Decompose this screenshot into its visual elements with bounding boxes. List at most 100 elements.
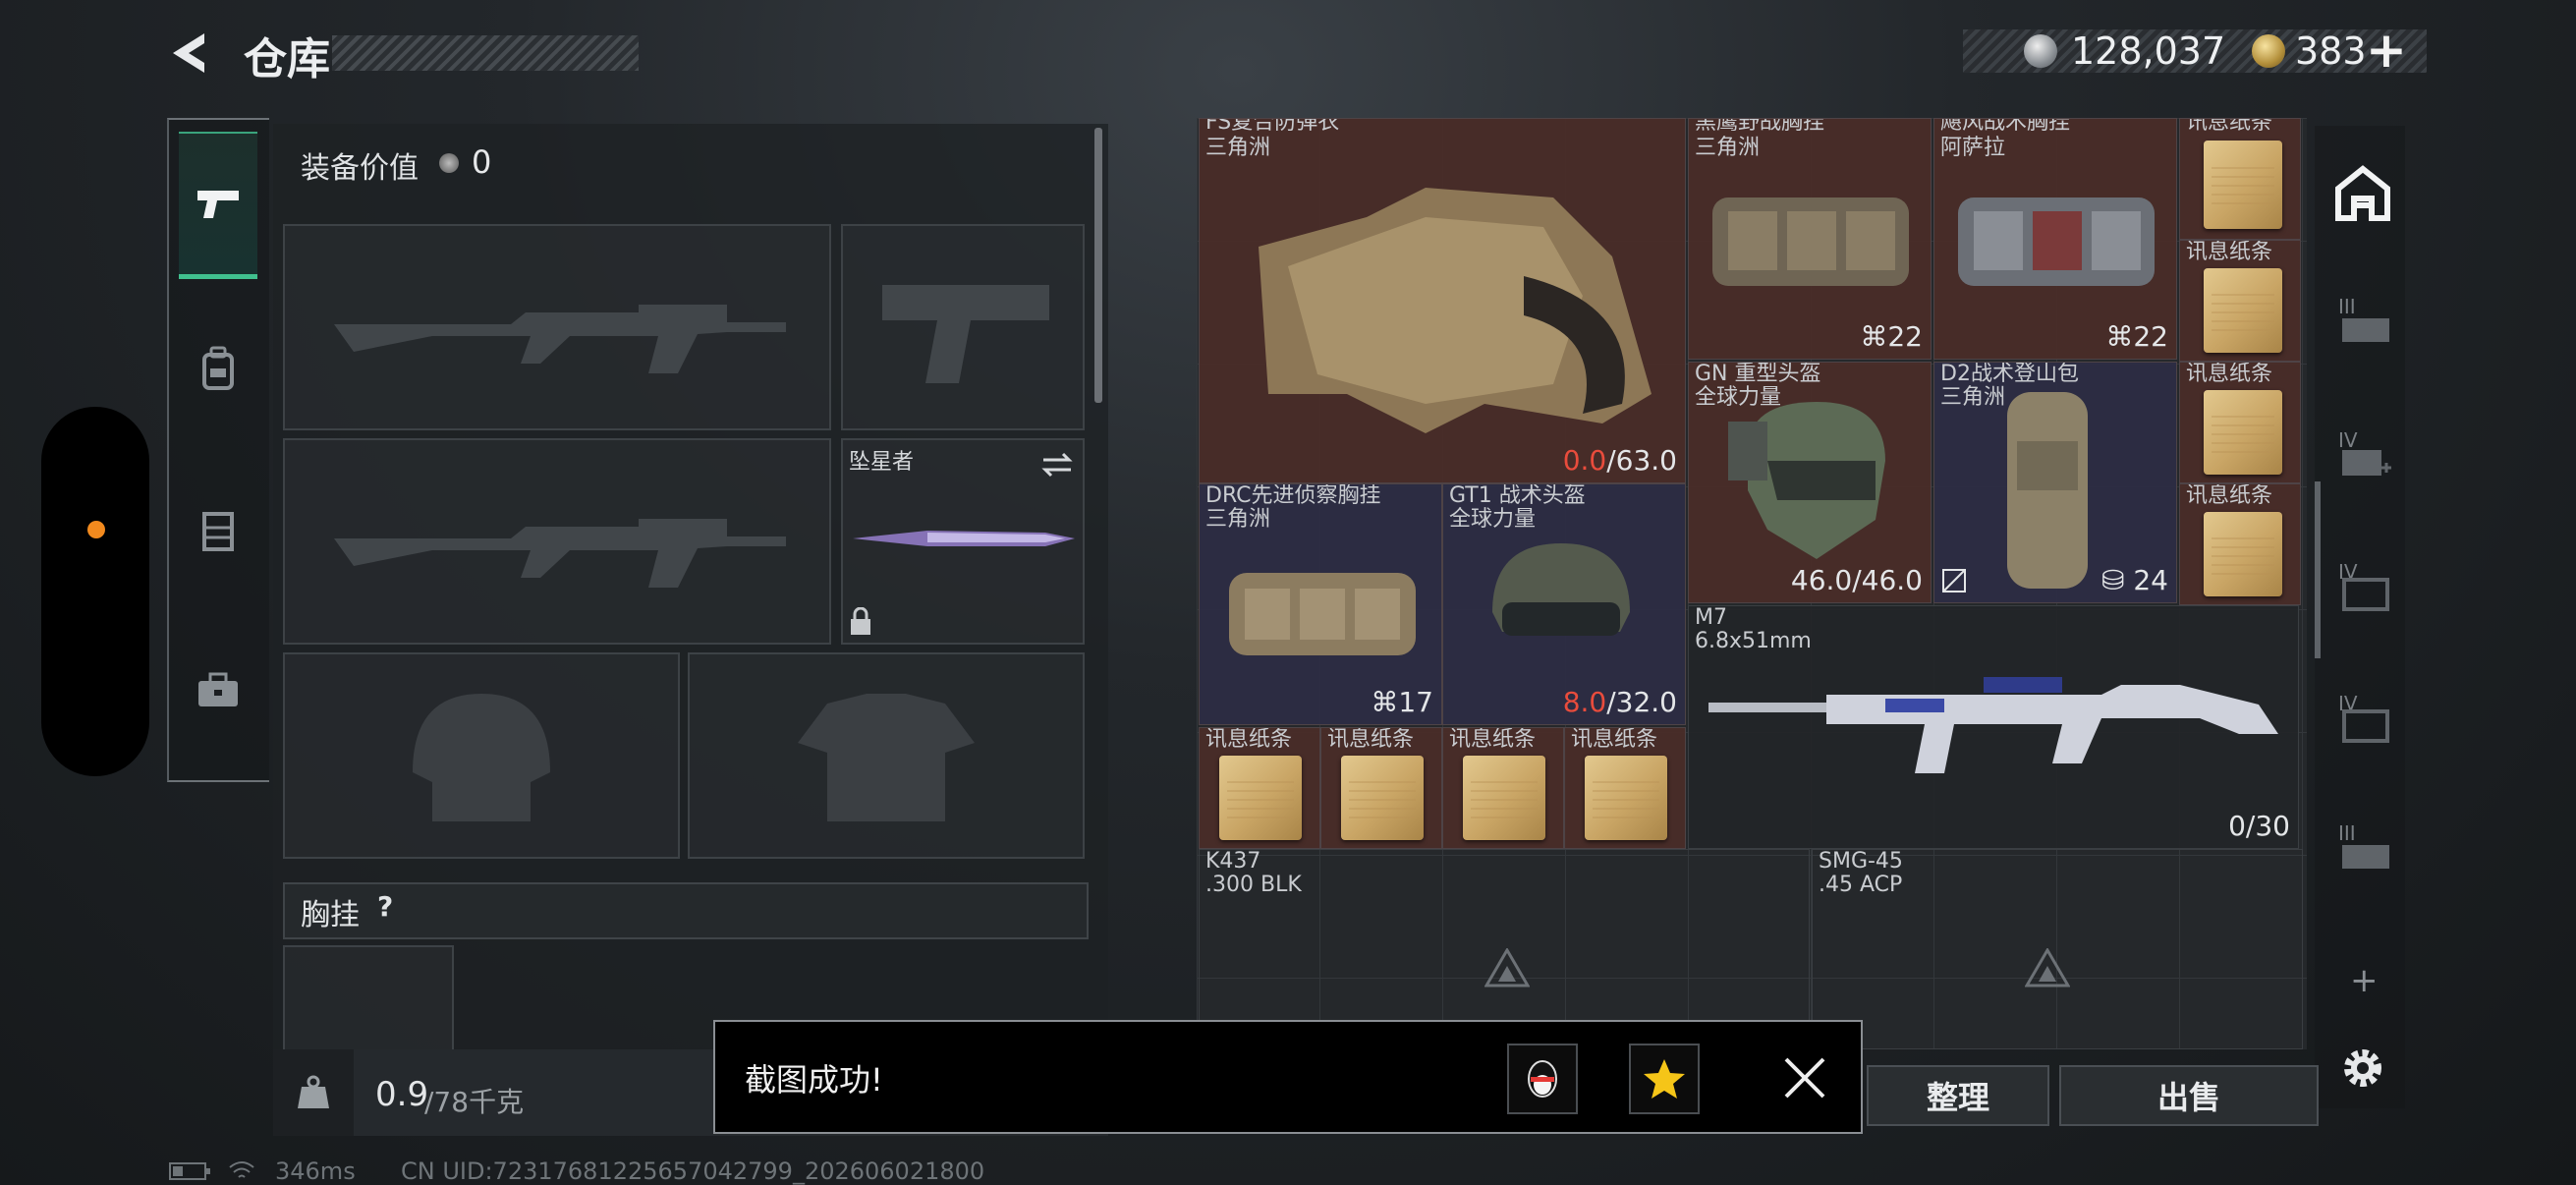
rifle-silhouette-icon <box>334 519 786 588</box>
value-coin-icon <box>439 153 459 173</box>
melee-name: 坠星者 <box>849 450 915 475</box>
share-qq-button[interactable] <box>1507 1044 1578 1114</box>
inventory-item-note[interactable]: 讯息纸条 <box>2179 240 2301 362</box>
backpack-image <box>2007 392 2088 589</box>
inventory-item-note[interactable]: 讯息纸条 <box>1320 727 1442 849</box>
inventory-item-note[interactable]: 讯息纸条 <box>1564 727 1686 849</box>
item-durability: 46.0/46.0 <box>1790 564 1923 596</box>
primary-weapon-slot[interactable] <box>283 224 831 430</box>
item-name: 讯息纸条 <box>2186 362 2273 386</box>
item-name: 讯息纸条 <box>1571 727 1658 752</box>
note-paper-image <box>1341 756 1424 840</box>
item-name: GT1 战术头盔 <box>1449 483 1586 508</box>
assault-rifle-image <box>1708 677 2278 773</box>
inventory-item-m7-rifle[interactable]: M7 6.8x51mm 0/30 <box>1688 605 2299 849</box>
armor-slot[interactable] <box>688 652 1085 859</box>
inventory-scrollbar[interactable] <box>2315 481 2321 658</box>
chest-help-icon[interactable]: ? <box>377 890 393 923</box>
weight-value: 0.9 <box>375 1075 429 1114</box>
inventory-item-note[interactable]: 讯息纸条 <box>1199 727 1320 849</box>
add-currency-button[interactable]: + <box>2366 22 2407 79</box>
settings-gear-icon[interactable] <box>2338 1044 2387 1093</box>
inventory-item-fs-armor[interactable]: FS复合防弹衣 三角洲 0.0/63.0 <box>1199 118 1686 483</box>
item-ammo: 0/30 <box>2228 810 2290 842</box>
toast-message: 截图成功! <box>745 1061 883 1099</box>
item-name: 讯息纸条 <box>1205 727 1293 752</box>
chest-rig-label: 胸挂 <box>301 898 360 932</box>
tactical-helmet-image <box>1492 543 1630 636</box>
close-icon[interactable] <box>1782 1055 1827 1100</box>
item-name: M7 <box>1695 605 1727 630</box>
note-paper-image <box>2204 512 2282 596</box>
status-dot <box>87 521 105 538</box>
item-subtitle: 6.8x51mm <box>1695 629 1812 653</box>
item-subtitle: 三角洲 <box>1695 136 1761 160</box>
chest-rig-image <box>1958 198 2155 286</box>
helmet-slot[interactable] <box>283 652 680 859</box>
wifi-icon <box>229 1161 254 1178</box>
inventory-item-blackhawk-rig[interactable]: 黑鹰野战胸挂 三角洲 ⌘22 <box>1688 118 1932 360</box>
delta-logo-icon <box>2025 948 2070 988</box>
sell-button[interactable]: 出售 <box>2059 1065 2319 1126</box>
item-subtitle: 三角洲 <box>1205 136 1271 160</box>
item-name: 讯息纸条 <box>1327 727 1415 752</box>
tab-weapons[interactable] <box>179 132 257 279</box>
medical-case-icon <box>2342 450 2391 476</box>
gold-currency-value: 383 <box>2295 29 2367 73</box>
inventory-item-note[interactable]: 讯息纸条 <box>1442 727 1564 849</box>
gold-coin-icon <box>2252 34 2285 68</box>
inventory-item-gt1-helmet[interactable]: GT1 战术头盔 全球力量 8.0/32.0 <box>1442 483 1686 725</box>
item-name: DRC先进侦察胸挂 <box>1205 483 1381 508</box>
silver-currency-value: 128,037 <box>2071 29 2226 73</box>
note-paper-image <box>2204 268 2282 353</box>
secondary-weapon-slot[interactable] <box>283 438 831 645</box>
chest-rig-section-header <box>283 882 1089 939</box>
inventory-item-gn-helmet[interactable]: GN 重型头盔 全球力量 46.0/46.0 <box>1688 362 1932 603</box>
share-qzone-button[interactable] <box>1629 1044 1700 1114</box>
item-name: GN 重型头盔 <box>1695 362 1821 386</box>
delta-logo-icon <box>1484 948 1530 988</box>
tab-case[interactable] <box>179 617 257 764</box>
add-container-button[interactable]: + <box>2350 961 2379 1000</box>
item-name: 讯息纸条 <box>2186 118 2273 135</box>
chest-rig-slot[interactable] <box>283 945 454 1053</box>
inventory-grid[interactable]: FS复合防弹衣 三角洲 0.0/63.0 黑鹰野战胸挂 三角洲 ⌘22 飓风战术… <box>1197 118 2307 1049</box>
inventory-item-smg45[interactable]: SMG-45 .45 ACP <box>1812 849 2303 1049</box>
floating-assistant-bar[interactable] <box>41 407 149 776</box>
chest-rig-image <box>1712 198 1909 286</box>
title-decoration <box>332 35 639 71</box>
inventory-item-note[interactable]: 讯息纸条 <box>2179 483 2301 605</box>
swap-icon[interactable] <box>1039 450 1075 480</box>
melee-slot[interactable]: 坠星者 <box>841 438 1085 645</box>
inventory-item-note[interactable]: 讯息纸条 <box>2179 362 2301 483</box>
storage-box-icon <box>2342 578 2389 611</box>
item-subtitle: .300 BLK <box>1205 873 1302 897</box>
weight-capacity: /78千克 <box>424 1086 525 1118</box>
item-slot-count: ⛁ 24 <box>2100 564 2168 596</box>
tab-chest-rig[interactable] <box>179 456 257 603</box>
pistol-silhouette-icon <box>882 285 1049 383</box>
weight-icon <box>273 1049 354 1136</box>
back-arrow-icon[interactable] <box>165 28 216 79</box>
pistol-slot[interactable] <box>841 224 1085 430</box>
screenshot-toast: 截图成功! <box>713 1020 1863 1134</box>
item-subtitle: 阿萨拉 <box>1940 136 2006 160</box>
item-slot-count: ⌘17 <box>1371 686 1433 718</box>
item-name: 讯息纸条 <box>2186 483 2273 508</box>
body-armor-image <box>1259 188 1652 433</box>
tab-backpack[interactable] <box>179 295 257 442</box>
sort-button[interactable]: 整理 <box>1867 1065 2049 1126</box>
chest-rig-image <box>1229 573 1416 655</box>
heavy-helmet-image <box>1728 402 1885 559</box>
inventory-item-d2-backpack[interactable]: D2战术登山包 三角洲 ⛁ 24 <box>1933 362 2177 603</box>
battery-icon <box>169 1162 210 1180</box>
item-subtitle: .45 ACP <box>1819 873 1903 897</box>
inventory-item-drc-rig[interactable]: DRC先进侦察胸挂 三角洲 ⌘17 <box>1199 483 1442 725</box>
equipment-scrollbar[interactable] <box>1094 128 1102 403</box>
pistol-icon <box>197 190 239 218</box>
warehouse-icon[interactable] <box>2334 165 2391 222</box>
page-title: 仓库 <box>244 34 330 85</box>
inventory-item-hurricane-rig[interactable]: 飓风战术胸挂 阿萨拉 ⌘22 <box>1933 118 2177 360</box>
inventory-item-note[interactable]: 讯息纸条 <box>2179 118 2301 240</box>
equipment-value-label: 装备价值 <box>301 151 419 186</box>
